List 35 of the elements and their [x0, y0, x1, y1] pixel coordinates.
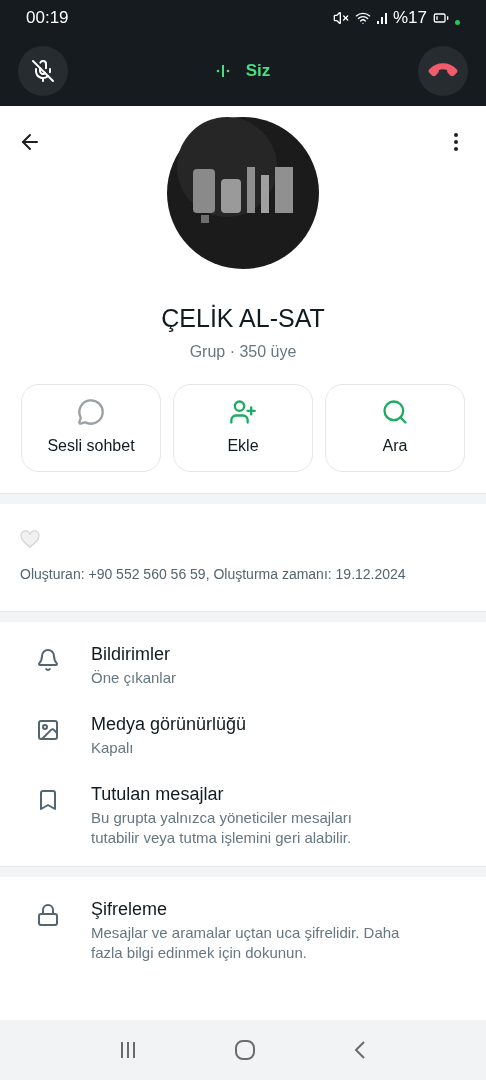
settings-row[interactable]: Medya görünürlüğü Kapalı [0, 700, 486, 770]
row-subtitle: Öne çıkanlar [91, 668, 178, 688]
row-title: Tutulan mesajlar [91, 783, 225, 806]
settings-row[interactable]: Şifreleme Mesajlar ve aramalar uçtan uca şifrelidir. Daha fazla bilgi edinmek için dokunun. [0, 885, 486, 975]
settings-row[interactable]: Bildirimler Öne çıkanlar [0, 630, 486, 700]
mute-icon [332, 10, 349, 26]
heart-icon [20, 530, 40, 548]
image-icon [36, 718, 60, 742]
row-title: Şifreleme [91, 898, 169, 921]
lock-icon [36, 903, 60, 927]
action-button[interactable]: Ekle [173, 384, 313, 472]
row-subtitle: Bu grupta yalnızca yöneticiler mesajları tutabilir veya tutma işlemini geri alabilir. [91, 808, 353, 848]
signal-icon [376, 12, 387, 24]
row-subtitle: Mesajlar ve aramalar uçtan uca şifrelidir. Daha fazla bilgi edinmek için dokunun. [91, 923, 401, 963]
bell-icon [36, 648, 60, 672]
speaker-name: Siz [245, 60, 271, 83]
row-title: Medya görünürlüğü [91, 713, 248, 736]
battery-icon [433, 10, 449, 26]
home-icon[interactable] [234, 1039, 256, 1061]
mute-button[interactable] [18, 46, 68, 96]
mic-off-icon [31, 59, 55, 83]
battery-level: %17 [392, 7, 427, 30]
clock: 00:19 [26, 7, 69, 30]
group-name: ÇELİK AL-SAT [161, 303, 325, 334]
row-subtitle: Kapalı [91, 738, 135, 758]
back-nav-icon[interactable] [353, 1040, 368, 1060]
row-title: Bildirimler [91, 643, 171, 666]
action-button[interactable]: Ara [325, 384, 465, 472]
audio-wave-icon [215, 65, 230, 77]
settings-row[interactable]: Tutulan mesajlar Bu grupta yalnızca yöneticiler mesajları tutabilir veya tutma işlemini geri alabilir. [0, 770, 486, 860]
group-subtitle: Grup · 350 üye [189, 342, 297, 362]
wifi-icon [354, 10, 371, 26]
creation-info: Oluşturan: +90 552 560 56 59, Oluşturma zamanı: 19.12.2024 [20, 565, 407, 584]
end-call-button[interactable] [418, 46, 468, 96]
recent-apps-icon[interactable] [118, 1041, 137, 1059]
